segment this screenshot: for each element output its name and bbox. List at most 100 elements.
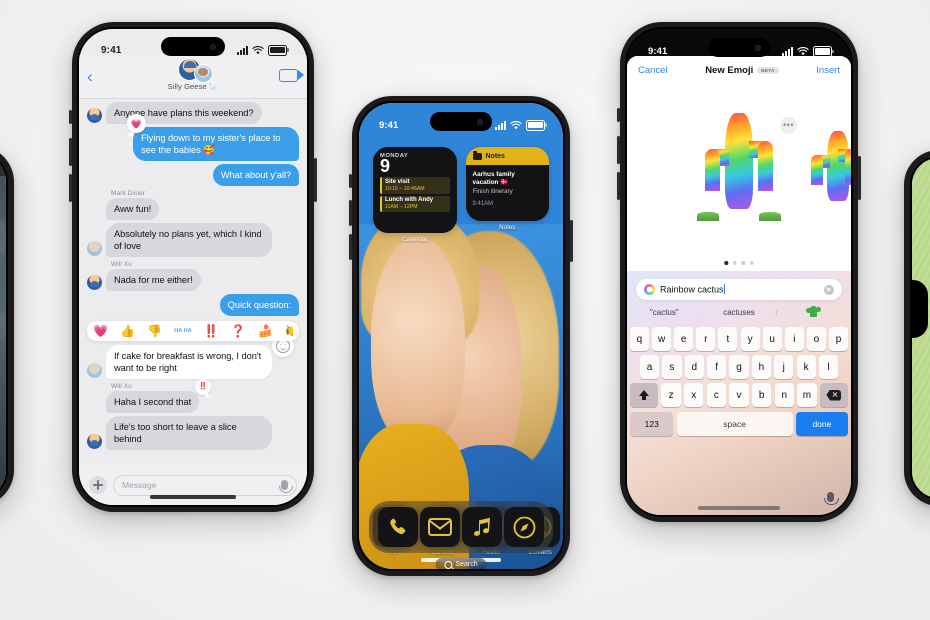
tapback-option-thumbs-up[interactable]: 👍 bbox=[120, 325, 135, 337]
tapback-option-exclaim[interactable]: ‼️ bbox=[204, 325, 219, 337]
notes-widget[interactable]: Notes Aarhus family vacation 🇩🇰 Finish i… bbox=[465, 147, 549, 243]
key-f[interactable]: f bbox=[707, 355, 727, 379]
messages-phone[interactable]: 9:41 ‹ Silly Geese 🦢 Anyone have plans t… bbox=[69, 22, 317, 512]
notes-widget-body[interactable]: Aarhus family vacation 🇩🇰 Finish itinera… bbox=[465, 165, 549, 221]
notes-widget-card[interactable]: Notes Aarhus family vacation 🇩🇰 Finish i… bbox=[465, 147, 549, 221]
volume-down-button[interactable] bbox=[349, 234, 352, 260]
tapback-option-overflow[interactable]: 🍋 bbox=[285, 325, 293, 337]
volume-down-button[interactable] bbox=[617, 172, 620, 200]
message-bubble[interactable]: 💗 Flying down to my sister's place to se… bbox=[127, 114, 299, 161]
genmoji-search-field[interactable]: Rainbow cactus bbox=[636, 279, 842, 300]
key-m[interactable]: m bbox=[797, 383, 817, 407]
message-bubble[interactable]: Quick question: bbox=[219, 294, 299, 316]
search-pill[interactable]: Search bbox=[435, 558, 487, 569]
shift-key[interactable] bbox=[630, 383, 659, 407]
key-x[interactable]: x bbox=[684, 383, 704, 407]
calendar-widget[interactable]: MONDAY 9 Site visit 10:15 – 10:45AM Lunc… bbox=[373, 147, 457, 243]
plus-icon[interactable] bbox=[89, 476, 107, 494]
left-partial-phone[interactable] bbox=[0, 146, 14, 506]
tapback-exclaim[interactable]: ‼️ bbox=[195, 379, 212, 398]
key-r[interactable]: r bbox=[696, 327, 716, 351]
mute-switch[interactable] bbox=[69, 110, 72, 124]
message-bubble[interactable]: If cake for breakfast is wrong, I don't … bbox=[106, 335, 294, 379]
message-row[interactable]: Anyone have plans this weekend? bbox=[87, 102, 299, 124]
left-phone-screen[interactable] bbox=[0, 154, 6, 498]
genmoji-phone[interactable]: 9:41 Cancel New Emoji BETA Insert ••• Ra… bbox=[617, 22, 861, 522]
tapback-option-heart[interactable]: 💗 bbox=[93, 325, 108, 337]
side-button[interactable] bbox=[314, 158, 317, 202]
message-row[interactable]: 💗 Flying down to my sister's place to se… bbox=[87, 114, 299, 161]
genmoji-result-primary[interactable] bbox=[697, 111, 781, 221]
calendar-event[interactable]: Site visit 10:15 – 10:45AM bbox=[380, 177, 450, 194]
key-i[interactable]: i bbox=[784, 327, 804, 351]
key-v[interactable]: v bbox=[729, 383, 749, 407]
done-key[interactable]: done bbox=[795, 412, 848, 436]
key-d[interactable]: d bbox=[684, 355, 704, 379]
volume-down-button[interactable] bbox=[69, 174, 72, 202]
key-h[interactable]: h bbox=[751, 355, 771, 379]
delete-key[interactable] bbox=[819, 383, 848, 407]
numbers-key[interactable]: 123 bbox=[630, 412, 674, 436]
phone-app[interactable] bbox=[378, 507, 418, 547]
key-q[interactable]: q bbox=[629, 327, 649, 351]
key-z[interactable]: z bbox=[661, 383, 681, 407]
microphone-icon[interactable] bbox=[824, 492, 839, 505]
message-row[interactable]: Aww fun! bbox=[87, 198, 299, 220]
messages-screen[interactable]: 9:41 ‹ Silly Geese 🦢 Anyone have plans t… bbox=[79, 29, 307, 505]
group-avatar-icon[interactable] bbox=[172, 58, 214, 83]
microphone-icon[interactable] bbox=[278, 479, 293, 493]
suggestion-emoji[interactable] bbox=[776, 306, 851, 319]
message-input[interactable]: Message bbox=[113, 474, 297, 496]
home-screen[interactable]: 9:41 MONDAY 9 Site visit 10:15 – 10:45AM… bbox=[359, 103, 563, 569]
key-s[interactable]: s bbox=[662, 355, 682, 379]
tapback-option-haha[interactable]: HA HA bbox=[174, 328, 192, 334]
space-key[interactable]: space bbox=[676, 412, 793, 436]
message-list[interactable]: Anyone have plans this weekend? 💗 Flying… bbox=[79, 98, 307, 465]
composer-bar[interactable]: Message bbox=[79, 465, 307, 505]
key-w[interactable]: w bbox=[652, 327, 672, 351]
calendar-widget-card[interactable]: MONDAY 9 Site visit 10:15 – 10:45AM Lunc… bbox=[373, 147, 457, 233]
tapback-heart[interactable]: 💗 bbox=[127, 114, 146, 136]
tapback-option-question[interactable]: ❓ bbox=[231, 325, 246, 337]
side-button[interactable] bbox=[858, 156, 861, 200]
volume-up-button[interactable] bbox=[617, 136, 620, 164]
key-y[interactable]: y bbox=[740, 327, 760, 351]
message-row[interactable]: Haha I second that ‼️ bbox=[87, 379, 299, 413]
home-screen-phone[interactable]: 9:41 MONDAY 9 Site visit 10:15 – 10:45AM… bbox=[349, 96, 573, 576]
message-bubble[interactable]: Absolutely no plans yet, which I kind of… bbox=[106, 223, 272, 257]
facetime-button[interactable] bbox=[279, 69, 304, 82]
message-row[interactable]: Life's too short to leave a slice behind bbox=[87, 416, 299, 450]
right-partial-phone[interactable] bbox=[904, 150, 930, 506]
right-phone-screen[interactable] bbox=[912, 158, 930, 498]
genmoji-screen[interactable]: 9:41 Cancel New Emoji BETA Insert ••• Ra… bbox=[627, 29, 851, 515]
key-o[interactable]: o bbox=[806, 327, 826, 351]
key-n[interactable]: n bbox=[774, 383, 794, 407]
insert-button[interactable]: Insert bbox=[816, 65, 840, 76]
genmoji-results-carousel[interactable]: ••• bbox=[627, 85, 851, 271]
key-k[interactable]: k bbox=[796, 355, 816, 379]
suggestion-plural[interactable]: cactuses bbox=[701, 308, 777, 317]
tapback-option-thumbs-down[interactable]: 👎 bbox=[147, 325, 162, 337]
key-a[interactable]: a bbox=[639, 355, 660, 379]
genmoji-result-secondary[interactable] bbox=[805, 129, 851, 205]
key-e[interactable]: e bbox=[674, 327, 694, 351]
music-app[interactable] bbox=[462, 507, 502, 547]
tapback-option-cake[interactable]: 🍰 bbox=[258, 325, 273, 337]
key-g[interactable]: g bbox=[729, 355, 749, 379]
key-p[interactable]: p bbox=[829, 327, 849, 351]
message-bubble[interactable]: Life's too short to leave a slice behind bbox=[106, 416, 272, 450]
ellipsis-icon[interactable]: ••• bbox=[780, 117, 797, 134]
key-u[interactable]: u bbox=[762, 327, 782, 351]
side-button[interactable] bbox=[570, 220, 573, 262]
safari-app[interactable] bbox=[504, 507, 544, 547]
message-bubble[interactable]: Haha I second that ‼️ bbox=[106, 379, 212, 413]
cancel-button[interactable]: Cancel bbox=[638, 65, 668, 76]
key-l[interactable]: l bbox=[818, 355, 839, 379]
message-row[interactable]: Nada for me either! bbox=[87, 269, 299, 291]
tapback-picker[interactable]: 💗 👍 👎 HA HA ‼️ ❓ 🍰 🍋 bbox=[87, 321, 299, 341]
message-row[interactable]: If cake for breakfast is wrong, I don't … bbox=[87, 335, 299, 379]
clear-circle-icon[interactable] bbox=[824, 284, 834, 295]
volume-up-button[interactable] bbox=[349, 200, 352, 226]
key-c[interactable]: c bbox=[706, 383, 727, 407]
mail-app[interactable] bbox=[420, 507, 460, 547]
